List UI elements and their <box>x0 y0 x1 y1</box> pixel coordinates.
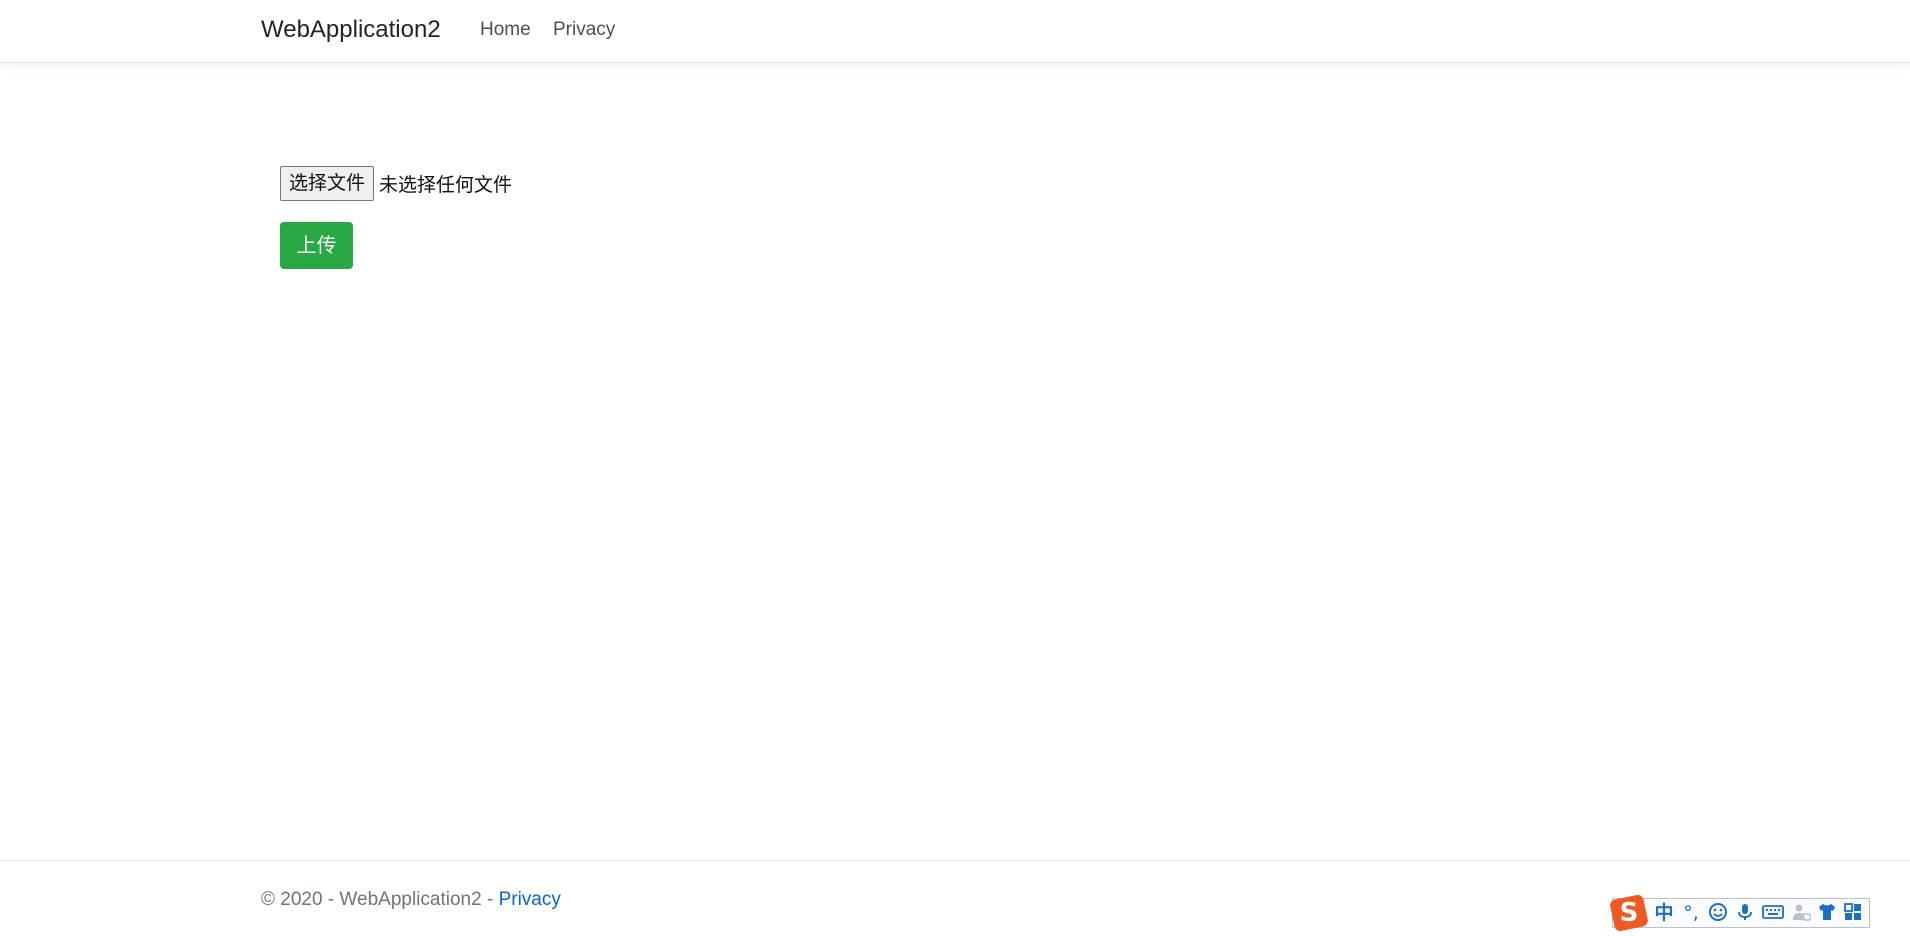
footer-privacy-link[interactable]: Privacy <box>499 889 561 910</box>
top-navbar: WebApplication2 Home Privacy <box>0 0 1910 63</box>
keyboard-icon[interactable] <box>1761 902 1785 924</box>
ime-logo-letter: S <box>1619 898 1639 928</box>
navbar-brand[interactable]: WebApplication2 <box>261 13 441 47</box>
footer-text: © 2020 - WebApplication2 - Privacy <box>261 889 561 911</box>
footer-copyright: © 2020 - WebApplication2 - <box>261 889 499 910</box>
user-icon[interactable] <box>1790 902 1812 924</box>
upload-button[interactable]: 上传 <box>280 222 353 269</box>
nav-link-home[interactable]: Home <box>480 17 531 43</box>
ime-punctuation-toggle[interactable]: °, <box>1680 902 1702 924</box>
skin-shirt-icon[interactable] <box>1816 902 1838 924</box>
choose-file-button[interactable]: 选择文件 <box>280 165 375 201</box>
grid-menu-icon[interactable] <box>1842 902 1864 924</box>
nav-link-privacy[interactable]: Privacy <box>553 17 615 43</box>
sogou-logo-icon[interactable]: S <box>1609 893 1649 933</box>
ime-toolbar: S 中 °, <box>1609 893 1870 933</box>
file-input[interactable]: 选择文件 未选择任何文件 <box>280 165 512 201</box>
microphone-icon[interactable] <box>1734 902 1756 924</box>
file-status-text: 未选择任何文件 <box>379 173 513 196</box>
emoji-icon[interactable] <box>1707 902 1729 924</box>
ime-mode-toggle[interactable]: 中 <box>1653 902 1675 924</box>
